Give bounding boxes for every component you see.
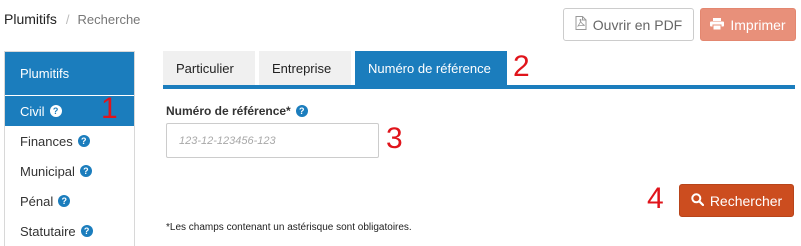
search-button[interactable]: Rechercher xyxy=(679,184,794,217)
help-icon[interactable]: ? xyxy=(79,165,92,177)
open-pdf-button[interactable]: Ouvrir en PDF xyxy=(563,8,694,41)
open-pdf-label: Ouvrir en PDF xyxy=(592,16,683,33)
help-icon[interactable]: ? xyxy=(49,105,62,117)
print-icon xyxy=(710,17,725,33)
help-icon[interactable]: ? xyxy=(77,135,90,147)
search-label: Rechercher xyxy=(709,192,783,209)
sidebar-item-statutaire[interactable]: Statutaire ? xyxy=(5,216,134,246)
search-tabs: Particulier Entreprise Numéro de référen… xyxy=(163,51,507,85)
sidebar-item-municipal[interactable]: Municipal ? xyxy=(5,156,134,186)
pdf-icon xyxy=(575,16,587,33)
breadcrumb: Plumitifs / Recherche xyxy=(4,11,140,27)
reference-number-input[interactable] xyxy=(166,123,379,158)
sidebar-item-label: Finances xyxy=(20,133,73,149)
sidebar-item-penal[interactable]: Pénal ? xyxy=(5,186,134,216)
reference-number-label: Numéro de référence* ? xyxy=(166,104,308,118)
annotation-4: 4 xyxy=(647,182,664,215)
sidebar-item-label: Municipal xyxy=(20,163,75,179)
tab-particulier[interactable]: Particulier xyxy=(163,51,255,85)
sidebar-title: Plumitifs xyxy=(5,52,134,95)
sidebar-item-label: Civil xyxy=(20,103,45,119)
tab-entreprise[interactable]: Entreprise xyxy=(259,51,351,85)
annotation-3: 3 xyxy=(386,122,403,155)
breadcrumb-home[interactable]: Plumitifs xyxy=(4,11,57,27)
sidebar: Plumitifs Civil ? Finances ? Municipal ?… xyxy=(4,51,135,246)
sidebar-item-label: Pénal xyxy=(20,193,54,209)
help-icon[interactable]: ? xyxy=(80,225,93,237)
breadcrumb-current: Recherche xyxy=(77,12,141,27)
help-icon[interactable]: ? xyxy=(295,105,308,117)
print-label: Imprimer xyxy=(730,16,786,33)
breadcrumb-separator: / xyxy=(65,12,70,27)
search-icon xyxy=(691,192,704,209)
annotation-1: 1 xyxy=(101,92,118,125)
sidebar-item-label: Statutaire xyxy=(20,223,76,239)
reference-number-label-text: Numéro de référence* xyxy=(166,104,291,118)
sidebar-item-finances[interactable]: Finances ? xyxy=(5,126,134,156)
print-button[interactable]: Imprimer xyxy=(700,8,796,41)
required-fields-note: *Les champs contenant un astérisque sont… xyxy=(166,222,412,233)
help-icon[interactable]: ? xyxy=(58,195,71,207)
tab-underline xyxy=(163,85,795,89)
annotation-2: 2 xyxy=(513,50,530,83)
tab-numero-reference[interactable]: Numéro de référence xyxy=(355,51,507,85)
